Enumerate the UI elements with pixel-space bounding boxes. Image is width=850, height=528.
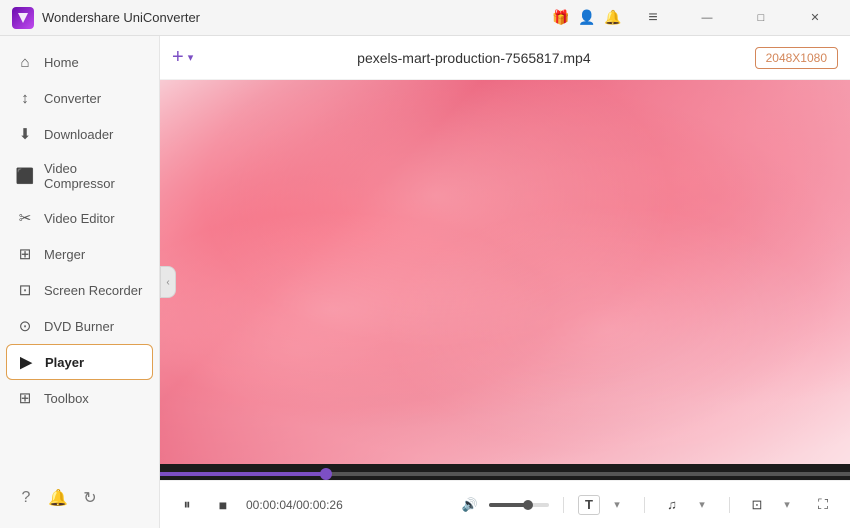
audio-control: ♫ ▾	[659, 492, 715, 518]
sidebar-item-toolbox[interactable]: ⊞ Toolbox	[0, 380, 159, 416]
gift-icon[interactable]: 🎁	[552, 9, 570, 27]
sidebar-item-merger[interactable]: ⊞ Merger	[0, 236, 159, 272]
sidebar-label-toolbox: Toolbox	[44, 391, 89, 406]
seekbar-fill	[160, 472, 326, 476]
sidebar-label-video-editor: Video Editor	[44, 211, 115, 226]
seekbar-row	[160, 464, 850, 480]
close-button[interactable]: ✕	[792, 3, 838, 33]
menu-button[interactable]: ≡	[630, 3, 676, 33]
sidebar-item-home[interactable]: ⌂ Home	[0, 44, 159, 80]
subtitle-icon[interactable]: T	[578, 495, 600, 515]
resolution-badge: 2048X1080	[755, 47, 838, 69]
add-icon: +	[172, 46, 184, 69]
app-logo	[12, 7, 34, 29]
divider-2	[644, 497, 645, 513]
main-layout: ⌂ Home ↕ Converter ⬇ Downloader ⬛ Video …	[0, 36, 850, 528]
subtitle-control: T ▾	[578, 492, 630, 518]
sidebar-label-merger: Merger	[44, 247, 85, 262]
sidebar-bottom: ? 🔔 ↻	[0, 476, 159, 520]
sidebar-label-downloader: Downloader	[44, 127, 113, 142]
toolbox-icon: ⊞	[16, 389, 34, 407]
maximize-button[interactable]: □	[738, 3, 784, 33]
sidebar-label-video-compressor: Video Compressor	[44, 161, 143, 191]
minimize-button[interactable]: —	[684, 3, 730, 33]
notification-icon[interactable]: 🔔	[48, 488, 68, 508]
sidebar-label-home: Home	[44, 55, 79, 70]
sidebar-label-converter: Converter	[44, 91, 101, 106]
volume-track[interactable]	[489, 503, 549, 507]
player-icon: ▶	[17, 353, 35, 371]
current-time: 00:00:04	[246, 498, 293, 512]
sidebar-collapse-button[interactable]: ‹	[160, 266, 176, 298]
timecode-display: 00:00:04/00:00:26	[246, 498, 343, 512]
home-icon: ⌂	[16, 53, 34, 71]
converter-icon: ↕	[16, 89, 34, 107]
dvd-icon: ⊙	[16, 317, 34, 335]
sidebar-item-screen-recorder[interactable]: ⊡ Screen Recorder	[0, 272, 159, 308]
sidebar-item-video-compressor[interactable]: ⬛ Video Compressor	[0, 152, 159, 200]
compressor-icon: ⬛	[16, 167, 34, 185]
divider-1	[563, 497, 564, 513]
screenshot-dropdown[interactable]: ▾	[774, 492, 800, 518]
add-file-button[interactable]: + ▾	[172, 46, 193, 69]
player-topbar: + ▾ pexels-mart-production-7565817.mp4 2…	[160, 36, 850, 80]
sidebar-label-dvd-burner: DVD Burner	[44, 319, 114, 334]
help-icon[interactable]: ?	[16, 488, 36, 508]
volume-icon[interactable]: 🔊	[457, 492, 483, 518]
bell-icon[interactable]: 🔔	[604, 9, 622, 27]
pause-button[interactable]: ⏸	[174, 492, 200, 518]
sync-icon[interactable]: ↻	[80, 488, 100, 508]
sidebar-item-video-editor[interactable]: ✂ Video Editor	[0, 200, 159, 236]
app-title: Wondershare UniConverter	[42, 10, 552, 25]
screenshot-icon[interactable]: ⊡	[744, 492, 770, 518]
audio-dropdown[interactable]: ▾	[689, 492, 715, 518]
seekbar-track[interactable]	[160, 472, 850, 476]
editor-icon: ✂	[16, 209, 34, 227]
player-controls: ⏸ ■ 00:00:04/00:00:26 🔊 T ▾	[160, 480, 850, 528]
stop-button[interactable]: ■	[210, 492, 236, 518]
fullscreen-button[interactable]: ⛶	[810, 492, 836, 518]
video-area[interactable]	[160, 80, 850, 464]
user-icon[interactable]: 👤	[578, 9, 596, 27]
merger-icon: ⊞	[16, 245, 34, 263]
divider-3	[729, 497, 730, 513]
video-overlay	[160, 80, 850, 464]
content-area: + ▾ pexels-mart-production-7565817.mp4 2…	[160, 36, 850, 528]
titlebar: Wondershare UniConverter 🎁 👤 🔔 ≡ — □ ✕	[0, 0, 850, 36]
sidebar: ⌂ Home ↕ Converter ⬇ Downloader ⬛ Video …	[0, 36, 160, 528]
filename-label: pexels-mart-production-7565817.mp4	[203, 50, 744, 66]
recorder-icon: ⊡	[16, 281, 34, 299]
titlebar-controls: 🎁 👤 🔔 ≡ — □ ✕	[552, 3, 838, 33]
sidebar-item-downloader[interactable]: ⬇ Downloader	[0, 116, 159, 152]
sidebar-label-screen-recorder: Screen Recorder	[44, 283, 142, 298]
logo-icon	[16, 11, 30, 25]
add-icon-arrow: ▾	[188, 51, 194, 64]
subtitle-dropdown[interactable]: ▾	[604, 492, 630, 518]
sidebar-item-dvd-burner[interactable]: ⊙ DVD Burner	[0, 308, 159, 344]
downloader-icon: ⬇	[16, 125, 34, 143]
screenshot-control: ⊡ ▾	[744, 492, 800, 518]
total-time: 00:00:26	[296, 498, 343, 512]
seekbar-thumb[interactable]	[320, 468, 332, 480]
sidebar-item-converter[interactable]: ↕ Converter	[0, 80, 159, 116]
volume-thumb[interactable]	[523, 500, 533, 510]
volume-control: 🔊	[457, 492, 549, 518]
sidebar-label-player: Player	[45, 355, 84, 370]
sidebar-item-player[interactable]: ▶ Player	[6, 344, 153, 380]
audio-icon[interactable]: ♫	[659, 492, 685, 518]
